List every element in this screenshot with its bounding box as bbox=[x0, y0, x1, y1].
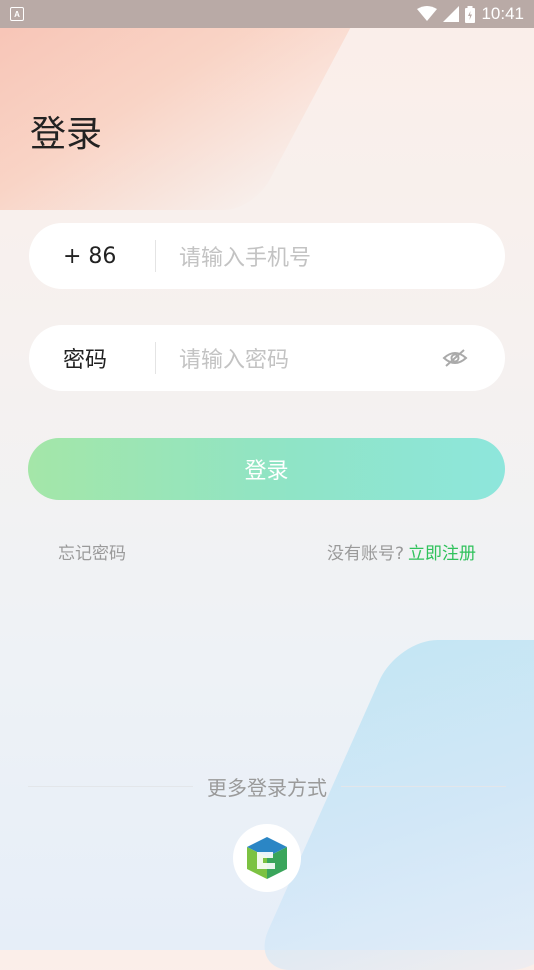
app-notification-icon: A bbox=[10, 7, 24, 21]
field-divider bbox=[155, 342, 156, 374]
battery-icon bbox=[465, 5, 476, 23]
register-link[interactable]: 立即注册 bbox=[408, 539, 476, 564]
status-time: 10:41 bbox=[481, 4, 524, 23]
eye-off-icon[interactable] bbox=[442, 348, 468, 368]
third-party-login-button[interactable] bbox=[233, 824, 301, 892]
more-login-label: 更多登录方式 bbox=[207, 776, 327, 800]
third-party-login-icon bbox=[247, 837, 287, 879]
phone-field[interactable]: + 86 请输入手机号 bbox=[29, 223, 505, 289]
forgot-password-link[interactable]: 忘记密码 bbox=[58, 539, 126, 564]
divider-line-right bbox=[341, 786, 506, 787]
divider-line-left bbox=[28, 786, 193, 787]
signal-icon bbox=[443, 6, 460, 22]
status-bar: A 10:41 bbox=[0, 0, 534, 28]
page-title: 登录 bbox=[30, 114, 103, 155]
wifi-icon bbox=[417, 6, 438, 21]
password-input[interactable]: 请输入密码 bbox=[179, 342, 442, 374]
field-divider bbox=[155, 240, 156, 272]
no-account-text: 没有账号? bbox=[326, 544, 404, 564]
country-code-selector[interactable]: + 86 bbox=[29, 244, 155, 269]
decorative-blob-bottom bbox=[250, 640, 534, 970]
password-label: 密码 bbox=[63, 348, 108, 373]
phone-input[interactable]: 请输入手机号 bbox=[179, 240, 505, 272]
register-row: 没有账号? 立即注册 bbox=[327, 539, 476, 564]
login-button[interactable]: 登录 bbox=[28, 438, 505, 500]
password-field[interactable]: 密码 请输入密码 bbox=[29, 325, 505, 391]
more-login-divider: 更多登录方式 bbox=[28, 772, 506, 801]
